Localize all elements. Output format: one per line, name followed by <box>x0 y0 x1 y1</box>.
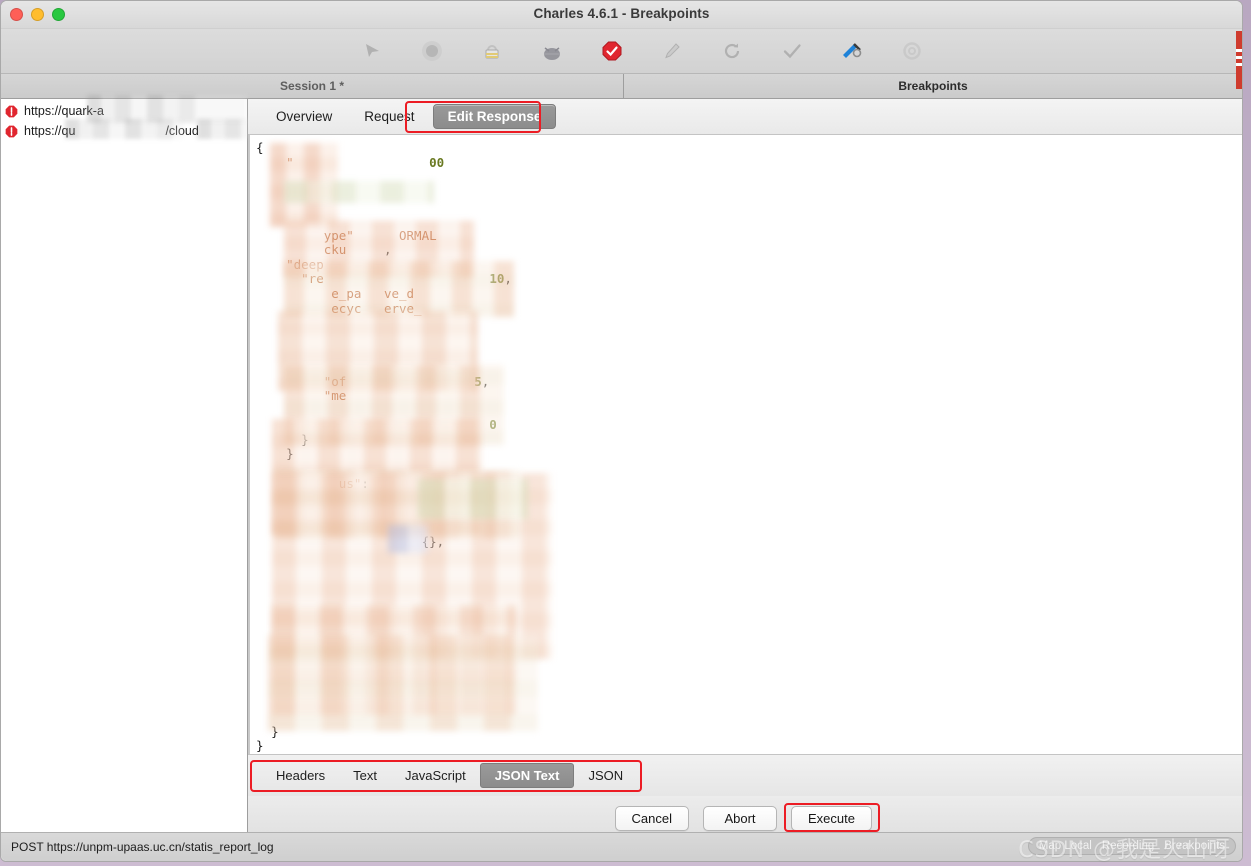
editor-code: { " 00 ype" ORMAL cku , "deep "re 10, e_… <box>256 140 512 754</box>
list-item-label-prefix: https://qu <box>24 124 76 138</box>
cursor-arrow-icon[interactable] <box>357 36 387 66</box>
editor-gutter <box>248 135 250 754</box>
screenshot-root: Charles 4.6.1 - Breakpoints Session 1 * … <box>0 0 1251 866</box>
breakpoint-stop-icon <box>5 105 18 118</box>
status-map-local[interactable]: Map Local <box>1039 840 1092 852</box>
validate-check-icon[interactable] <box>777 36 807 66</box>
tab-request-label: Request <box>364 109 415 124</box>
list-item-label-suffix: /cloud <box>165 124 199 138</box>
clear-broom-icon[interactable] <box>657 36 687 66</box>
breakpoint-list: https://quark-a https://qu /cloud <box>1 95 249 840</box>
tab-overview[interactable]: Overview <box>262 105 346 128</box>
cancel-button-label: Cancel <box>631 810 673 826</box>
list-item[interactable]: https://qu /cloud <box>1 121 247 141</box>
format-tab-javascript-label: JavaScript <box>404 768 466 783</box>
detail-pane: Overview Request Edit Response { " 00 yp… <box>248 99 1242 840</box>
status-recording[interactable]: Recording <box>1102 840 1154 852</box>
session-tab-label: Session 1 * <box>279 79 345 93</box>
list-item-label: https://quark-a <box>24 104 104 118</box>
tools-icon[interactable] <box>837 36 867 66</box>
breakpoints-bug-icon[interactable] <box>537 36 567 66</box>
tab-edit-response-label: Edit Response <box>447 109 542 124</box>
tab-edit-response[interactable]: Edit Response <box>432 104 557 129</box>
format-tab-text[interactable]: Text <box>339 764 391 787</box>
main-split: https://quark-a https://qu /cloud Overvi… <box>1 95 1242 840</box>
breakpoint-stop-icon <box>5 125 18 138</box>
format-tab-json-label: JSON <box>588 768 624 783</box>
status-indicators: Map Local Recording Breakpoints <box>1027 837 1236 855</box>
repeat-icon[interactable] <box>717 36 747 66</box>
list-item[interactable]: https://quark-a <box>1 101 247 121</box>
settings-gear-icon[interactable] <box>897 36 927 66</box>
charles-window: Charles 4.6.1 - Breakpoints Session 1 * … <box>0 0 1243 862</box>
execute-button[interactable]: Execute <box>791 805 872 831</box>
stop-sign-icon[interactable] <box>597 36 627 66</box>
format-tab-headers-label: Headers <box>276 768 326 783</box>
window-title: Charles 4.6.1 - Breakpoints <box>533 6 710 21</box>
format-tabs: Headers Text JavaScript JSON Text JSON <box>248 754 1242 796</box>
status-breakpoints[interactable]: Breakpoints <box>1164 840 1225 852</box>
tab-request[interactable]: Request <box>350 105 428 128</box>
tab-overview-label: Overview <box>276 109 333 124</box>
session-tab[interactable]: Session 1 * <box>1 74 624 98</box>
window-titlebar: Charles 4.6.1 - Breakpoints <box>1 1 1242 29</box>
throttle-icon[interactable] <box>477 36 507 66</box>
edge-indicator <box>1236 31 1242 89</box>
response-body-editor[interactable]: { " 00 ype" ORMAL cku , "deep "re 10, e_… <box>248 135 1242 754</box>
format-tab-json[interactable]: JSON <box>574 764 637 787</box>
breakpoints-pane-header: Breakpoints <box>624 74 1242 98</box>
status-request-line: POST https://unpm-upaas.uc.cn/statis_rep… <box>11 840 274 854</box>
abort-button[interactable]: Abort <box>703 805 778 831</box>
main-toolbar <box>1 29 1242 74</box>
format-tab-headers[interactable]: Headers <box>262 764 339 787</box>
abort-button-label: Abort <box>724 810 756 826</box>
pane-header-bar: Session 1 * Breakpoints <box>1 74 1242 99</box>
format-tab-json-text[interactable]: JSON Text <box>479 763 575 788</box>
format-tab-javascript[interactable]: JavaScript <box>391 764 480 787</box>
detail-tabs: Overview Request Edit Response <box>248 99 1242 135</box>
format-tab-text-label: Text <box>353 768 377 783</box>
status-bar: POST https://unpm-upaas.uc.cn/statis_rep… <box>1 832 1242 861</box>
cancel-button[interactable]: Cancel <box>614 805 690 831</box>
format-tab-json-text-label: JSON Text <box>494 768 560 783</box>
execute-button-label: Execute <box>808 810 855 826</box>
breakpoints-pane-label: Breakpoints <box>898 79 968 93</box>
record-circle-icon[interactable] <box>417 36 447 66</box>
